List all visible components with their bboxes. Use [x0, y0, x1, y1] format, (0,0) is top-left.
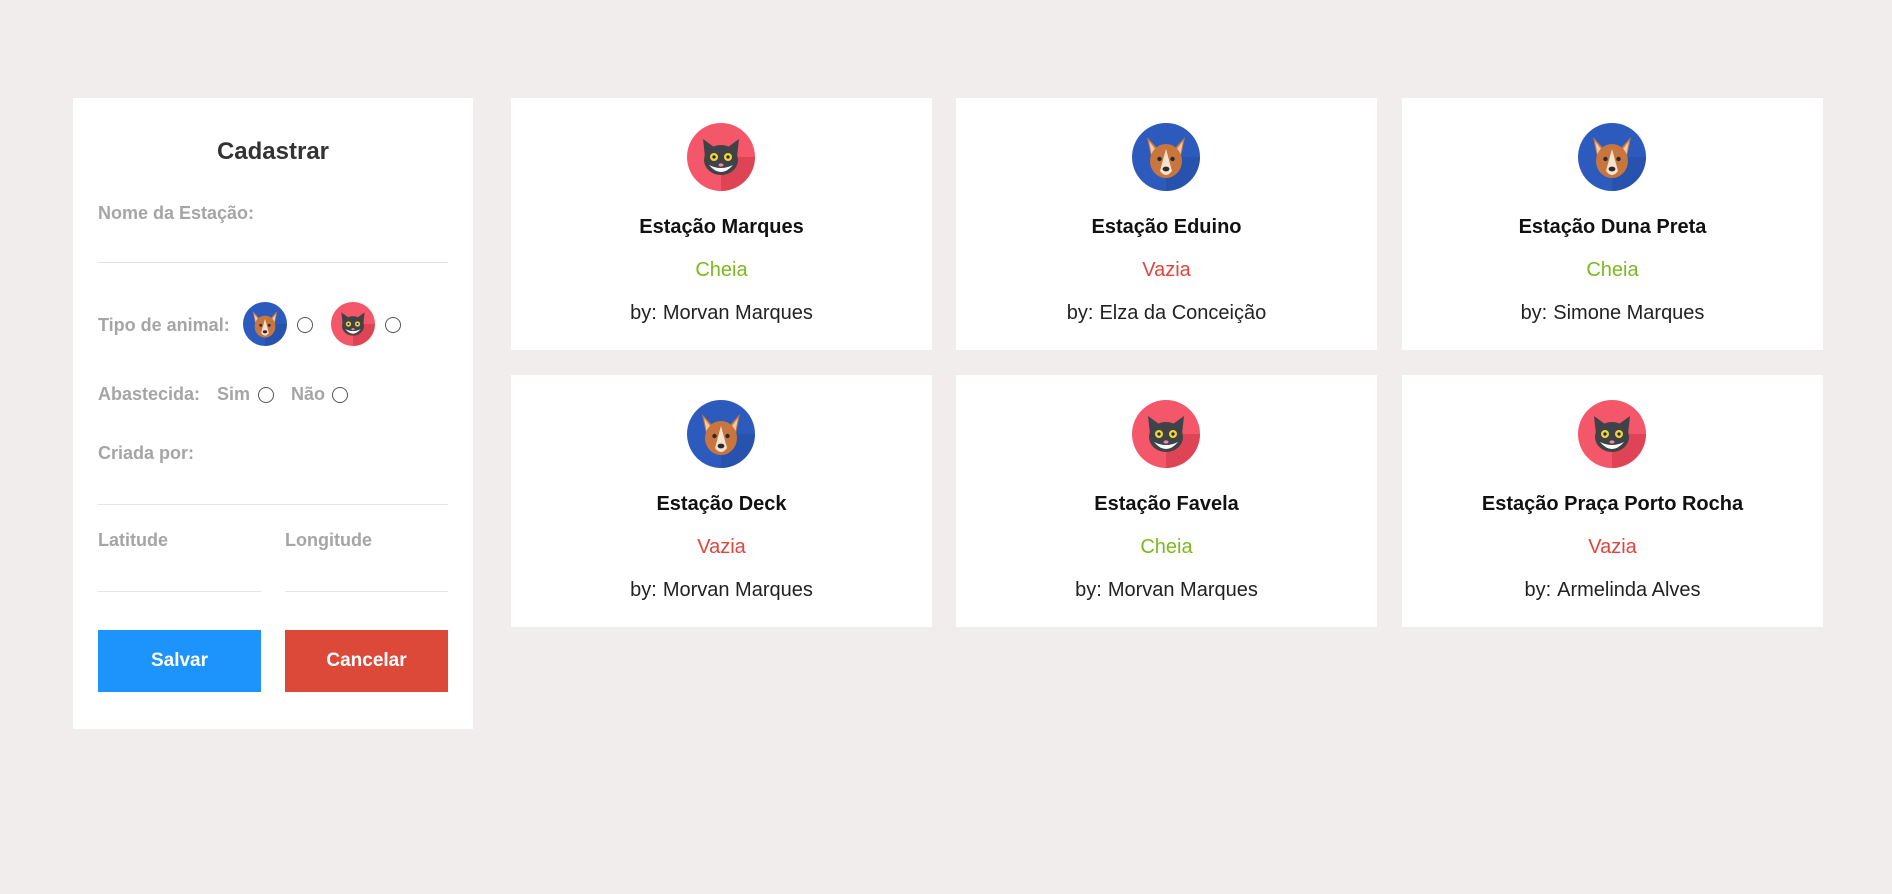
- animal-dog-radio[interactable]: [297, 317, 313, 333]
- animal-type-label: Tipo de animal:: [98, 315, 230, 335]
- latitude-underline: [98, 591, 261, 592]
- abastecida-row: Abastecida: Sim Não: [98, 384, 448, 408]
- station-author: Morvan Marques: [662, 579, 813, 601]
- station-by-prefix: by:: [1075, 579, 1102, 601]
- station-card[interactable]: Estação Praça Porto Rocha Vazia by: Armelin…: [1402, 375, 1823, 627]
- register-form: Cadastrar Nome da Estação: Tipo de anima…: [73, 98, 473, 729]
- animal-cat-radio[interactable]: [385, 317, 401, 333]
- station-author-line: by: Simone Marques: [1402, 302, 1823, 325]
- created-by-underline: [98, 504, 448, 505]
- cat-icon: [687, 123, 755, 191]
- station-card[interactable]: Estação Duna Preta Cheia by: Simone Marques: [1402, 98, 1823, 350]
- station-title: Estação Favela: [1094, 493, 1239, 515]
- station-author-line: by: Morvan Marques: [511, 302, 932, 325]
- abastecida-label: Abastecida:: [98, 384, 201, 404]
- station-by-prefix: by:: [630, 302, 657, 324]
- station-by-prefix: by:: [630, 579, 657, 601]
- station-author-line: by: Morvan Marques: [511, 579, 932, 602]
- station-by-prefix: by:: [1524, 579, 1552, 601]
- abastecida-no-label: Não: [291, 384, 326, 404]
- station-name-label: Nome da Estação:: [98, 203, 255, 223]
- station-title: Estação Duna Preta: [1518, 216, 1707, 238]
- created-by-input[interactable]: [98, 470, 448, 500]
- station-title: Estação Praça Porto Rocha: [1481, 493, 1744, 515]
- station-by-prefix: by:: [1066, 302, 1094, 324]
- latitude-label: Latitude: [98, 530, 168, 550]
- station-author: Morvan Marques: [662, 302, 813, 324]
- longitude-input[interactable]: [285, 558, 448, 588]
- longitude-label: Longitude: [285, 530, 372, 550]
- station-author-line: by: Elza da Conceição: [956, 302, 1377, 325]
- cat-icon[interactable]: [331, 302, 375, 346]
- abastecida-yes-label: Sim: [217, 384, 251, 404]
- station-name-underline: [98, 262, 448, 263]
- latitude-input[interactable]: [98, 558, 261, 588]
- station-author: Elza da Conceição: [1099, 302, 1267, 324]
- station-by-prefix: by:: [1520, 302, 1548, 324]
- dog-icon: [687, 400, 755, 468]
- station-card[interactable]: Estação Favela Cheia by: Morvan Marques: [956, 375, 1377, 627]
- station-card[interactable]: Estação Eduino Vazia by: Elza da Conceição: [956, 98, 1377, 350]
- station-name-input[interactable]: [98, 230, 448, 260]
- station-status: Vazia: [697, 536, 746, 558]
- animal-type-row: Tipo de animal:: [98, 302, 448, 348]
- station-status: Cheia: [695, 259, 748, 281]
- created-by-label: Criada por:: [98, 443, 195, 463]
- dog-icon: [1132, 123, 1200, 191]
- station-title: Estação Marques: [639, 216, 804, 238]
- abastecida-no-radio[interactable]: [332, 387, 348, 403]
- station-author-line: by: Armelinda Alves: [1402, 579, 1823, 602]
- station-status: Cheia: [1140, 536, 1193, 558]
- cat-icon: [1132, 400, 1200, 468]
- station-author: Morvan Marques: [1107, 579, 1258, 601]
- station-author: Armelinda Alves: [1557, 579, 1701, 601]
- dog-icon[interactable]: [243, 302, 287, 346]
- longitude-underline: [285, 591, 448, 592]
- abastecida-yes-radio[interactable]: [258, 387, 274, 403]
- save-button[interactable]: Salvar: [98, 630, 261, 692]
- page: Cadastrar Nome da Estação: Tipo de anima…: [0, 0, 1892, 894]
- station-title: Estação Deck: [656, 493, 787, 515]
- station-status: Cheia: [1586, 259, 1639, 281]
- cat-icon: [1578, 400, 1646, 468]
- station-card[interactable]: Estação Deck Vazia by: Morvan Marques: [511, 375, 932, 627]
- station-status: Vazia: [1588, 536, 1637, 558]
- form-title: Cadastrar: [216, 138, 330, 165]
- station-title: Estação Eduino: [1091, 216, 1242, 238]
- station-status: Vazia: [1142, 259, 1191, 281]
- station-card[interactable]: Estação Marques Cheia by: Morvan Marques: [511, 98, 932, 350]
- station-author: Simone Marques: [1553, 302, 1705, 324]
- station-author-line: by: Morvan Marques: [956, 579, 1377, 602]
- dog-icon: [1578, 123, 1646, 191]
- cancel-button[interactable]: Cancelar: [285, 630, 448, 692]
